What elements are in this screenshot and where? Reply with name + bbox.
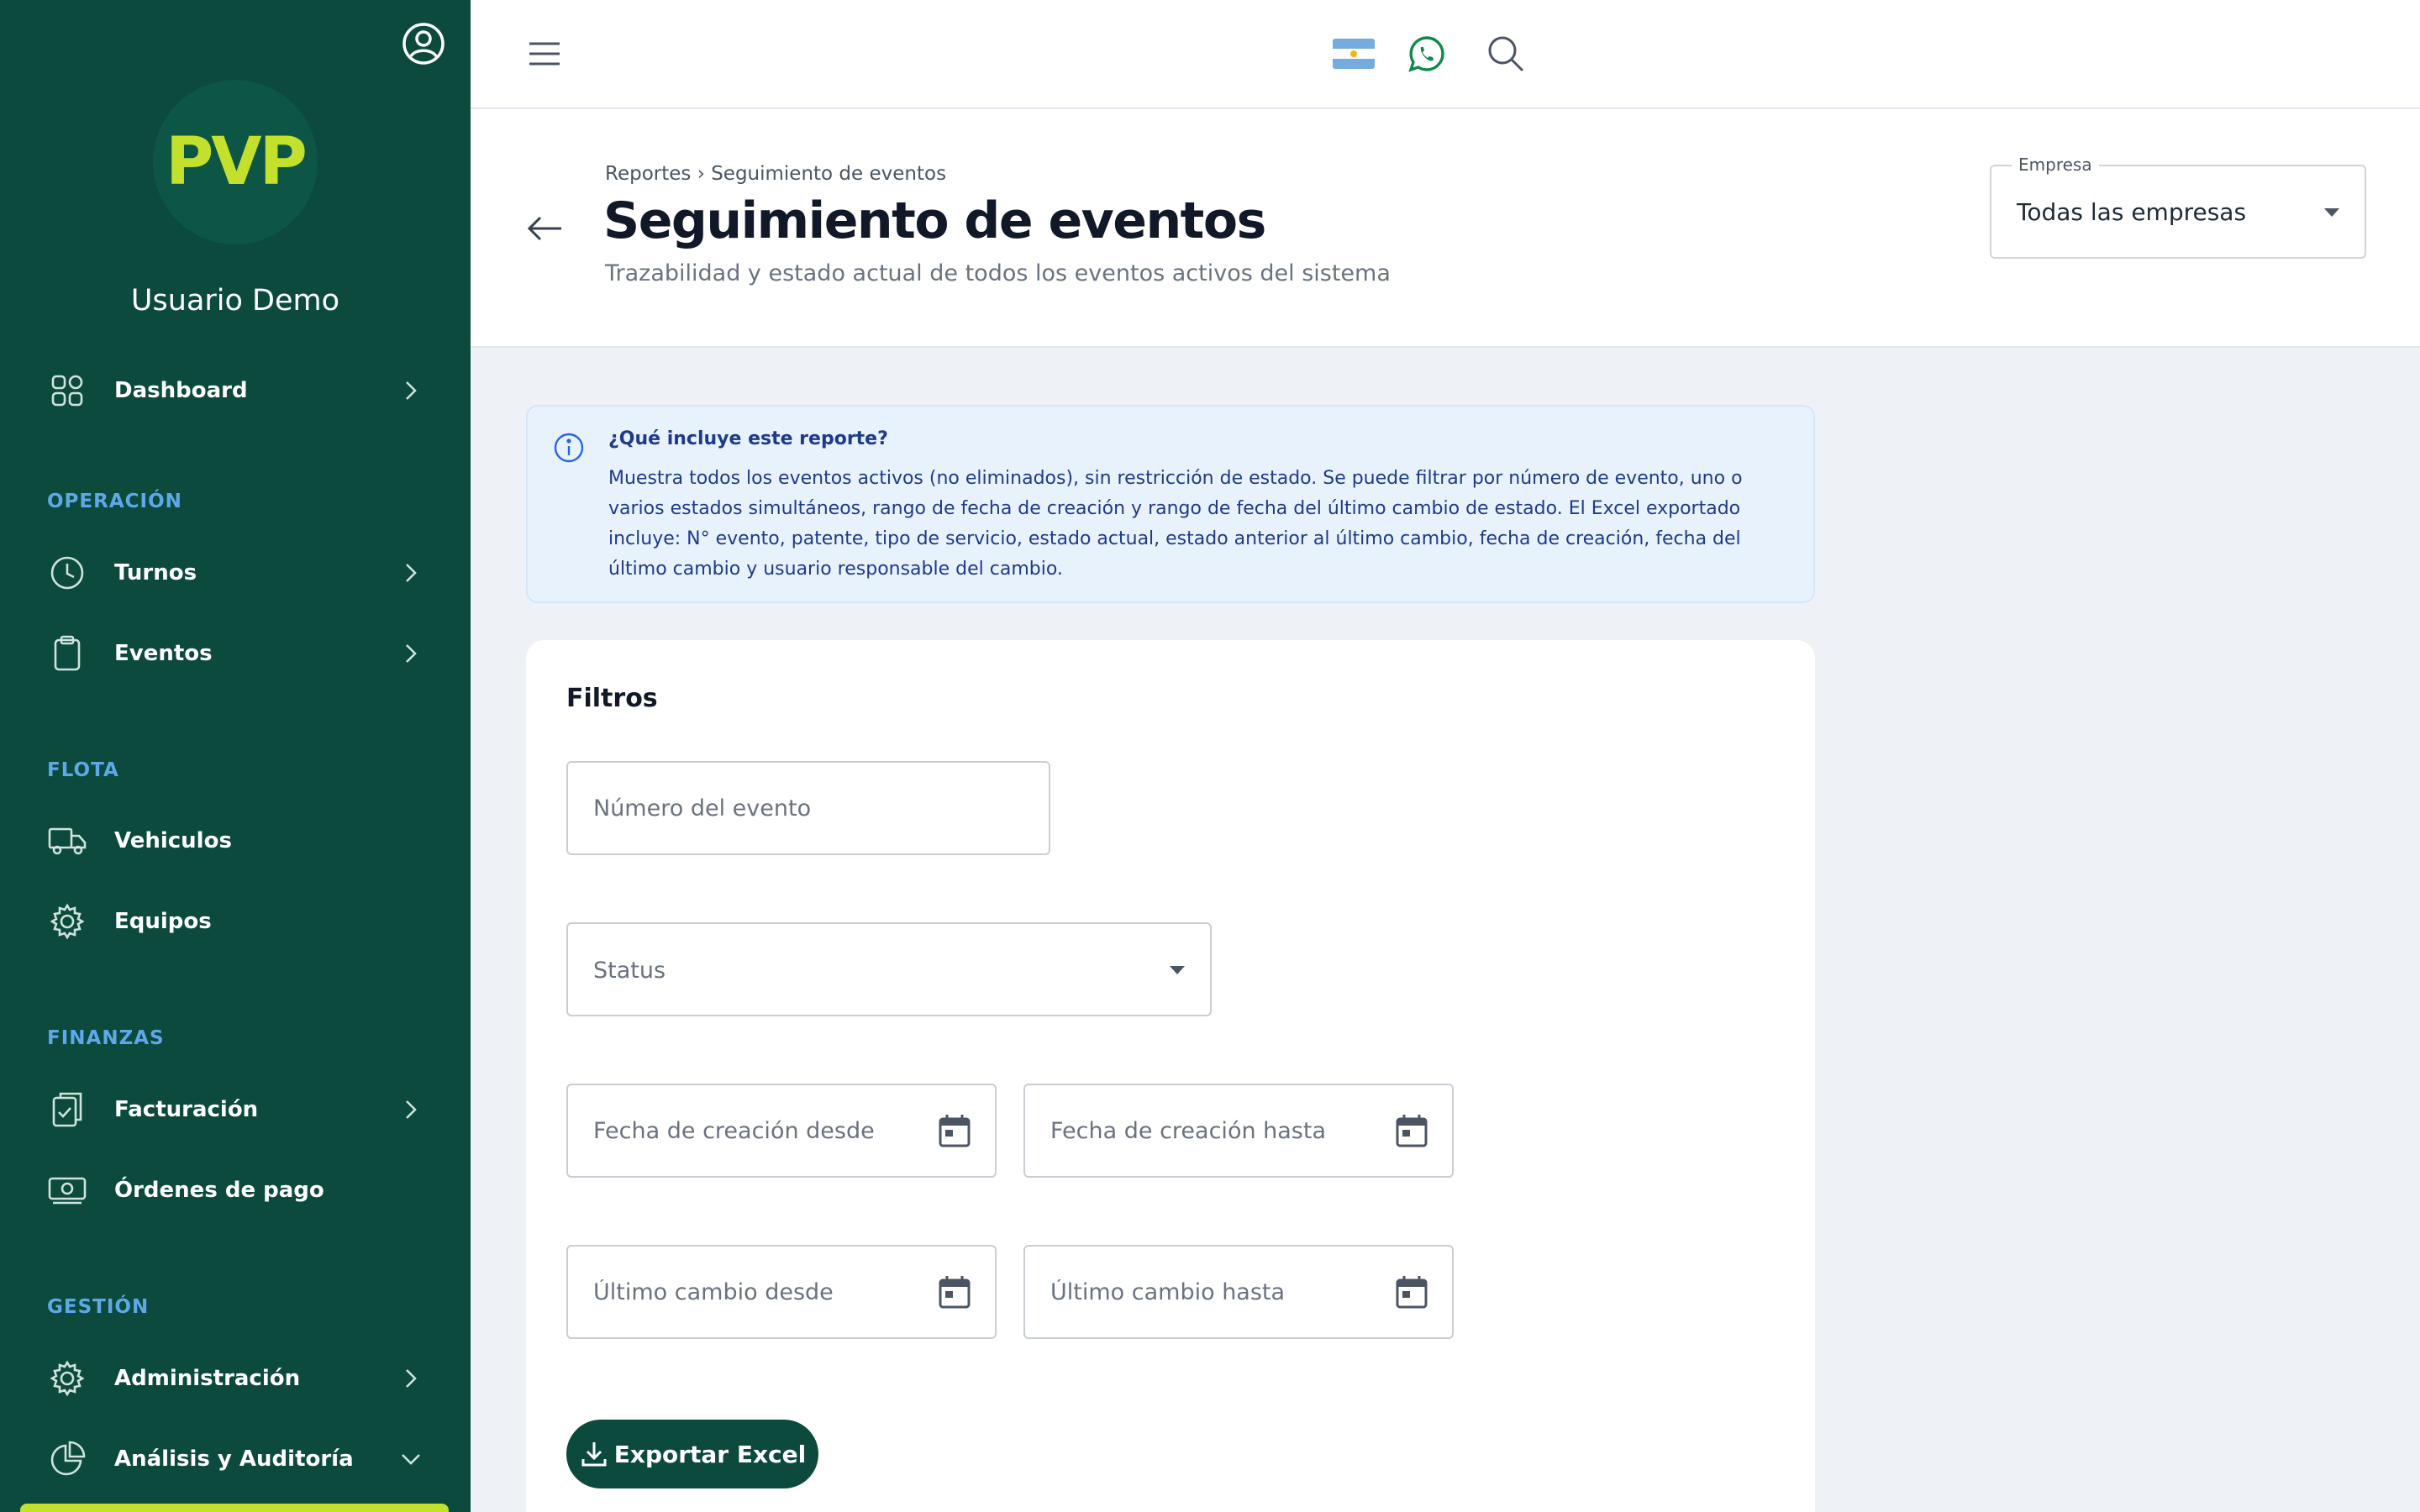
argentina-flag-icon[interactable]: [1333, 39, 1375, 69]
invoice-check-icon: [47, 1089, 87, 1130]
chevron-right-icon: [397, 1095, 425, 1124]
sidebar-item-dashboard[interactable]: Dashboard: [0, 357, 471, 424]
clock-icon: [47, 553, 87, 593]
user-name: Usuario Demo: [130, 284, 340, 318]
search-icon[interactable]: [1486, 34, 1526, 74]
sidebar-item-analisis-auditoria[interactable]: Análisis y Auditoría: [0, 1425, 471, 1493]
section-title-finanzas: FINANZAS: [47, 1027, 165, 1049]
menu-icon[interactable]: [526, 37, 563, 71]
export-excel-label: Exportar Excel: [613, 1440, 807, 1468]
chevron-down-icon: [397, 1445, 425, 1473]
filters-title: Filtros: [566, 684, 658, 713]
filters-card: Filtros Status: [526, 640, 1815, 1512]
calendar-icon[interactable]: [1393, 1273, 1430, 1310]
sidebar-item-facturacion[interactable]: Facturación: [0, 1076, 471, 1143]
export-excel-button[interactable]: Exportar Excel: [566, 1420, 818, 1488]
sidebar-item-label: Análisis y Auditoría: [114, 1446, 354, 1472]
download-icon: [581, 1442, 607, 1467]
last-change-from-input[interactable]: [568, 1247, 995, 1337]
created-from-input[interactable]: [568, 1085, 995, 1176]
active-indicator: [20, 1504, 449, 1512]
section-title-flota: FLOTA: [47, 759, 119, 781]
section-title-gestion: GESTIÓN: [47, 1296, 150, 1318]
chevron-right-icon: [397, 559, 425, 587]
gear-icon: [47, 901, 87, 942]
company-select-label: Empresa: [2012, 155, 2099, 175]
sidebar-item-vehiculos[interactable]: Vehiculos: [0, 807, 471, 874]
report-info-box: ¿Qué incluye este reporte? Muestra todos…: [526, 405, 1815, 603]
caret-down-icon: [2324, 208, 2339, 217]
breadcrumb: Reportes › Seguimiento de eventos: [605, 163, 947, 185]
clipboard-icon: [47, 633, 87, 674]
sidebar-item-label: Turnos: [114, 560, 197, 585]
page-subtitle: Trazabilidad y estado actual de todos lo…: [605, 260, 1391, 286]
pie-chart-icon: [47, 1439, 87, 1479]
topbar: [471, 0, 2420, 109]
user-profile-icon[interactable]: [400, 20, 447, 67]
sidebar-item-label: Órdenes de pago: [114, 1178, 324, 1203]
sidebar-item-label: Facturación: [114, 1097, 259, 1122]
last-change-from-field[interactable]: [566, 1245, 997, 1339]
created-from-field[interactable]: [566, 1084, 997, 1178]
sidebar-item-label: Dashboard: [114, 378, 248, 403]
last-change-to-input[interactable]: [1025, 1247, 1452, 1337]
section-title-operacion: OPERACIÓN: [47, 491, 182, 512]
whatsapp-icon[interactable]: [1407, 34, 1447, 74]
calendar-icon[interactable]: [936, 1112, 973, 1149]
truck-icon: [47, 821, 87, 861]
status-select-label: Status: [593, 958, 666, 984]
back-arrow-icon[interactable]: [523, 207, 566, 250]
money-icon: [47, 1170, 87, 1210]
sidebar: PVP Usuario Demo Dashboard OPERACIÓN Tur…: [0, 0, 471, 1512]
event-number-field[interactable]: [566, 761, 1050, 855]
sidebar-item-turnos[interactable]: Turnos: [0, 539, 471, 606]
sidebar-item-label: Administración: [114, 1366, 301, 1391]
info-body: Muestra todos los eventos activos (no el…: [608, 468, 1743, 580]
created-to-input[interactable]: [1025, 1085, 1452, 1176]
chevron-right-icon: [397, 639, 425, 668]
company-select-value: Todas las empresas: [2017, 198, 2247, 226]
info-icon: [553, 432, 585, 464]
logo-text: PVP: [166, 124, 308, 200]
event-number-input[interactable]: [568, 763, 1049, 853]
chevron-right-icon: [397, 1364, 425, 1393]
last-change-to-field[interactable]: [1023, 1245, 1454, 1339]
status-select[interactable]: Status: [566, 922, 1212, 1016]
created-to-field[interactable]: [1023, 1084, 1454, 1178]
sidebar-item-label: Equipos: [114, 909, 212, 934]
sidebar-item-label: Eventos: [114, 641, 213, 666]
page-title: Seguimiento de eventos: [603, 192, 1266, 250]
chevron-right-icon: [397, 376, 425, 405]
calendar-icon[interactable]: [936, 1273, 973, 1310]
page-header: Reportes › Seguimiento de eventos Seguim…: [471, 109, 2420, 348]
grid-icon: [47, 370, 87, 411]
sidebar-item-administracion[interactable]: Administración: [0, 1345, 471, 1412]
sidebar-item-equipos[interactable]: Equipos: [0, 888, 471, 955]
sidebar-item-eventos[interactable]: Eventos: [0, 620, 471, 687]
gear-icon: [47, 1358, 87, 1399]
sidebar-item-ordenes-de-pago[interactable]: Órdenes de pago: [0, 1157, 471, 1224]
company-select[interactable]: Empresa Todas las empresas: [1990, 155, 2366, 259]
sidebar-item-label: Vehiculos: [114, 828, 232, 853]
caret-down-icon: [1170, 966, 1185, 974]
logo: PVP: [153, 80, 318, 244]
calendar-icon[interactable]: [1393, 1112, 1430, 1149]
info-title: ¿Qué incluye este reporte?: [608, 428, 888, 449]
